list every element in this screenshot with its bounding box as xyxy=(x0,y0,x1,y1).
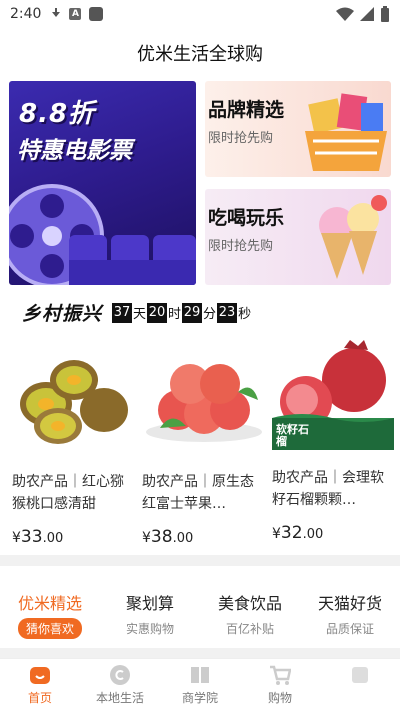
product-card[interactable]: 助农产品｜红心猕猴桃口感清甜 ¥33.00 xyxy=(12,340,134,547)
product-price: ¥32.00 xyxy=(272,523,394,543)
rural-header: 乡村振兴 37 天 20 时 29 分 23 秒 xyxy=(22,299,252,326)
countdown-minutes: 29 xyxy=(182,302,203,323)
apple-image xyxy=(146,364,262,442)
nav-profile[interactable] xyxy=(320,659,400,712)
rural-revitalization-section: 乡村振兴 37 天 20 时 29 分 23 秒 助农产品｜红心猕猴桃口感清甜 … xyxy=(0,290,400,555)
countdown-day-unit: 天 xyxy=(133,307,147,322)
bottom-nav: 首页 本地生活 商学院 购物 xyxy=(0,658,400,712)
tab-tmall-goods[interactable]: 天猫好货 品质保证 xyxy=(300,566,400,648)
food-banner-title: 吃喝玩乐 xyxy=(208,207,285,229)
nav-shopping[interactable]: 购物 xyxy=(240,659,320,712)
price-integer: 32 xyxy=(280,523,303,543)
countdown-seconds: 23 xyxy=(217,302,238,323)
rural-title: 乡村振兴 xyxy=(22,303,103,325)
price-currency: ¥ xyxy=(272,526,281,542)
product-name: 助农产品｜会理软籽石榴颗颗… xyxy=(272,470,384,508)
nav-label: 首页 xyxy=(27,691,52,705)
countdown-minute-unit: 分 xyxy=(203,307,217,322)
movie-ticket-banner[interactable]: 8.8折 特惠电影票 xyxy=(9,81,196,285)
brand-banner-subtitle: 限时抢先购 xyxy=(208,131,274,146)
tab-juhuasuan[interactable]: 聚划算 实惠购物 xyxy=(100,566,200,648)
tab-subtitle: 实惠购物 xyxy=(125,622,174,636)
product-card[interactable]: 助农产品｜原生态红富士苹果… ¥38.00 xyxy=(142,340,264,547)
product-card[interactable]: 软籽石榴 助农产品｜会理软籽石榴颗颗… ¥32.00 xyxy=(272,340,394,543)
price-decimal: .00 xyxy=(302,527,324,542)
nav-business-school[interactable]: 商学院 xyxy=(160,659,240,712)
tab-subtitle: 百亿补贴 xyxy=(225,622,274,636)
nav-label: 本地生活 xyxy=(95,691,144,705)
shopping-basket-icon xyxy=(305,93,387,171)
kiwi-image xyxy=(20,360,128,444)
countdown-days: 37 xyxy=(112,302,133,323)
status-bar: 2:40 A xyxy=(0,0,400,28)
pomegranate-image: 软籽石榴 xyxy=(272,340,394,450)
app-header: 优米生活全球购 xyxy=(0,28,400,78)
tab-title: 美食饮品 xyxy=(217,594,282,613)
nav-home[interactable]: 首页 xyxy=(0,659,80,712)
local-life-icon xyxy=(110,665,130,685)
product-price: ¥38.00 xyxy=(142,527,264,547)
app-a-icon: A xyxy=(69,8,82,20)
tab-subtitle: 猜你喜欢 xyxy=(17,618,82,639)
countdown-hours: 20 xyxy=(147,302,168,323)
tab-food-drinks[interactable]: 美食饮品 百亿补贴 xyxy=(200,566,300,648)
nav-label: 商学院 xyxy=(181,691,218,705)
price-currency: ¥ xyxy=(142,530,151,546)
movie-banner-discount: 8.8折 xyxy=(19,99,96,129)
product-name: 助农产品｜红心猕猴桃口感清甜 xyxy=(12,474,124,512)
banner-area: 8.8折 特惠电影票 品牌精选 限时抢先购 吃喝玩乐 限时抢先购 xyxy=(0,78,400,290)
brand-select-banner[interactable]: 品牌精选 限时抢先购 xyxy=(205,81,391,177)
download-icon xyxy=(51,8,61,20)
battery-icon xyxy=(381,6,389,22)
pomegranate-label: 软籽石榴 xyxy=(276,423,309,448)
page-title: 优米生活全球购 xyxy=(137,44,263,65)
price-integer: 38 xyxy=(150,527,173,547)
countdown-hour-unit: 时 xyxy=(168,307,182,322)
movie-banner-title: 特惠电影票 xyxy=(17,138,132,164)
price-decimal: .00 xyxy=(42,531,64,546)
wifi-icon xyxy=(336,7,354,21)
ice-cream-icon xyxy=(319,195,387,279)
product-price: ¥33.00 xyxy=(12,527,134,547)
tab-title: 天猫好货 xyxy=(317,594,382,613)
tab-title: 聚划算 xyxy=(125,594,174,613)
nav-label: 购物 xyxy=(267,691,292,705)
price-decimal: .00 xyxy=(172,531,194,546)
tab-title: 优米精选 xyxy=(17,594,82,613)
profile-icon xyxy=(352,667,368,683)
food-fun-banner[interactable]: 吃喝玩乐 限时抢先购 xyxy=(205,189,391,285)
tab-subtitle: 品质保证 xyxy=(325,622,374,636)
brand-banner-title: 品牌精选 xyxy=(208,99,285,121)
home-icon xyxy=(30,667,50,684)
cart-icon xyxy=(270,665,291,685)
price-integer: 33 xyxy=(20,527,43,547)
book-icon xyxy=(191,667,209,683)
category-tabs: 优米精选 猜你喜欢 聚划算 实惠购物 美食饮品 百亿补贴 天猫好货 品质保证 xyxy=(0,566,400,648)
tab-youmi-select[interactable]: 优米精选 猜你喜欢 xyxy=(0,566,100,648)
countdown-second-unit: 秒 xyxy=(238,307,252,322)
app-square-icon xyxy=(89,7,104,21)
food-banner-subtitle: 限时抢先购 xyxy=(208,239,274,254)
cinema-seats-icon xyxy=(69,235,196,285)
nav-local-life[interactable]: 本地生活 xyxy=(80,659,160,712)
product-name: 助农产品｜原生态红富士苹果… xyxy=(142,474,254,512)
signal-icon xyxy=(360,7,374,21)
price-currency: ¥ xyxy=(12,530,21,546)
status-time: 2:40 xyxy=(10,6,42,22)
